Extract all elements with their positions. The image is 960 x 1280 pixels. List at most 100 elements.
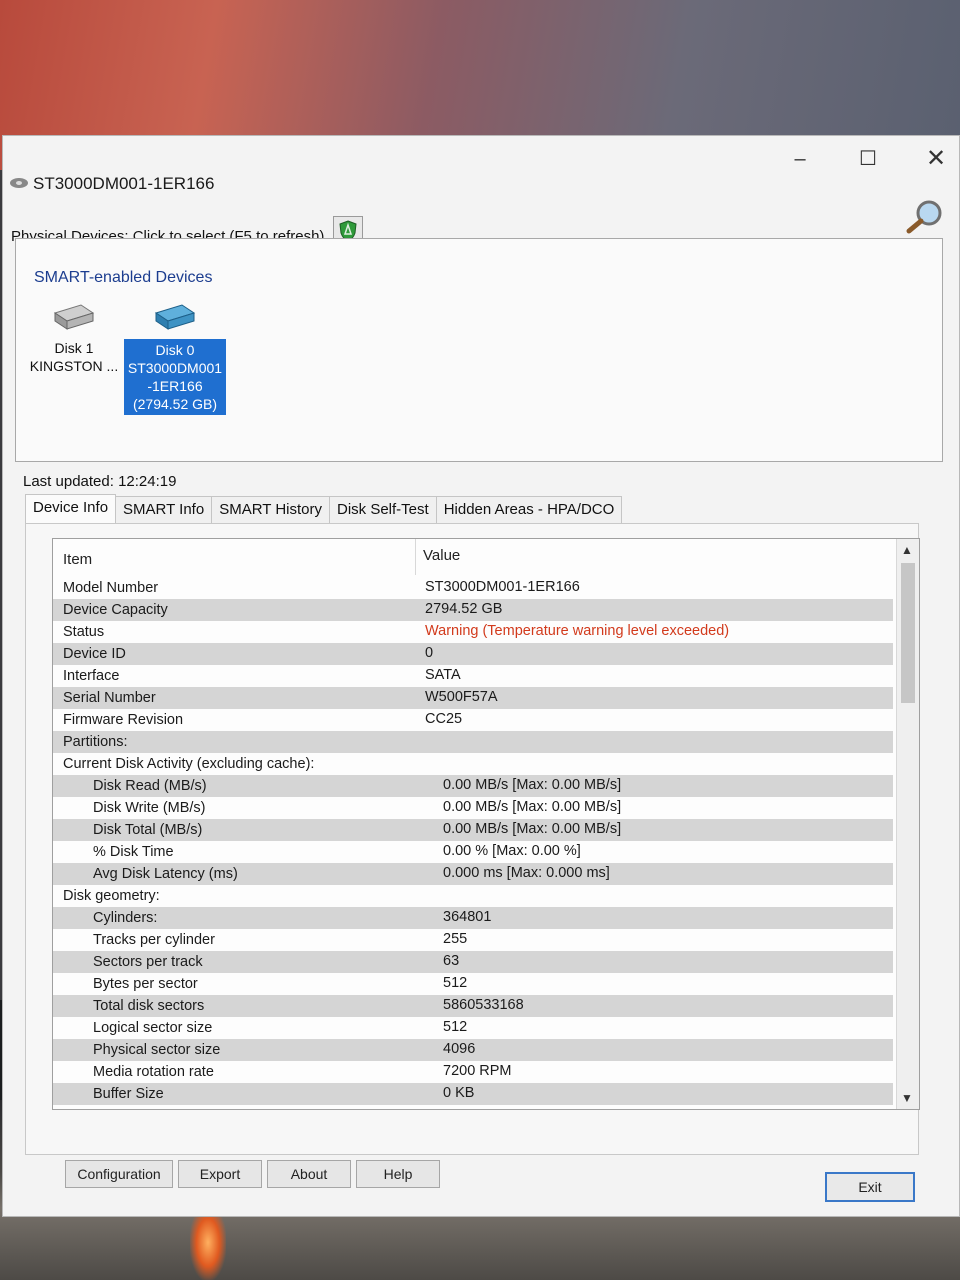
table-row[interactable]: Disk Write (MB/s) 0.00 MB/s [Max: 0.00 MB…	[53, 797, 893, 819]
device-1-model: KINGSTON ...	[29, 358, 119, 374]
maximize-button[interactable]: ☐	[853, 144, 883, 174]
row-item: Physical sector size	[93, 1042, 221, 1058]
magnifier-icon[interactable]	[901, 198, 951, 241]
table-row[interactable]: Firmware Revision CC25	[53, 709, 893, 731]
row-item: Disk Read (MB/s)	[93, 778, 207, 794]
table-row[interactable]: % Disk Time 0.00 % [Max: 0.00 %]	[53, 841, 893, 863]
table-row[interactable]: Avg Disk Latency (ms) 0.000 ms [Max: 0.00…	[53, 863, 893, 885]
disk-info-window: ST3000DM001-1ER166 – ☐ ✕ Physical Device…	[2, 135, 960, 1217]
table-row[interactable]: Disk Read (MB/s) 0.00 MB/s [Max: 0.00 MB/…	[53, 775, 893, 797]
row-value: 0.00 % [Max: 0.00 %]	[443, 843, 581, 859]
table-row[interactable]: Logical sector size 512	[53, 1017, 893, 1039]
row-value: 0.000 ms [Max: 0.000 ms]	[443, 865, 610, 881]
table-row[interactable]: Cylinders: 364801	[53, 907, 893, 929]
table-row[interactable]: Disk geometry:	[53, 885, 893, 907]
header-divider	[415, 539, 416, 575]
device-info-panel: Item Value Model Number ST3000DM001-1ER16…	[25, 523, 920, 1155]
row-item: Total disk sectors	[93, 998, 205, 1014]
table-row[interactable]: Sectors per track 63	[53, 951, 893, 973]
window-title: ST3000DM001-1ER166	[33, 174, 215, 193]
table-row[interactable]: Interface SATA	[53, 665, 893, 687]
row-item: Tracks per cylinder	[93, 932, 215, 948]
row-item: Disk geometry:	[63, 888, 160, 904]
row-value: Warning (Temperature warning level excee…	[425, 623, 730, 639]
table-row[interactable]: Physical sector size 4096	[53, 1039, 893, 1061]
device-1-name: Disk 1	[54, 340, 94, 356]
row-item: Model Number	[63, 580, 159, 596]
row-value: 63	[443, 953, 460, 969]
row-value: 512	[443, 975, 468, 991]
row-item: Media rotation rate	[93, 1064, 214, 1080]
configuration-button[interactable]: Configuration	[65, 1160, 173, 1188]
row-item: Disk Write (MB/s)	[93, 800, 206, 816]
row-value: 364801	[443, 909, 492, 925]
table-row[interactable]: Tracks per cylinder 255	[53, 929, 893, 951]
hard-disk-icon	[53, 304, 95, 330]
row-value: SATA	[425, 667, 461, 683]
tab-disk-self-test[interactable]: Disk Self-Test	[329, 496, 437, 523]
row-item: Device ID	[63, 646, 126, 662]
device-0-capacity: (2794.52 GB)	[132, 396, 218, 412]
header-item[interactable]: Item	[63, 551, 92, 568]
last-updated-label: Last updated: 12:24:19	[23, 473, 177, 490]
tab-device-info[interactable]: Device Info	[25, 494, 117, 523]
table-row[interactable]: Media rotation rate 7200 RPM	[53, 1061, 893, 1083]
tab-strip: Device Info SMART Info SMART History Dis…	[25, 494, 623, 524]
export-button[interactable]: Export	[178, 1160, 262, 1188]
row-item: Bytes per sector	[93, 976, 198, 992]
row-value: 0.00 MB/s [Max: 0.00 MB/s]	[443, 799, 622, 815]
device-disk-1[interactable]: Disk 1 KINGSTON ...	[24, 301, 124, 375]
table-row[interactable]: Status Warning (Temperature warning level…	[53, 621, 893, 643]
table-row[interactable]: Device Capacity 2794.52 GB	[53, 599, 893, 621]
table-row[interactable]: Model Number ST3000DM001-1ER166	[53, 577, 893, 599]
vertical-scrollbar[interactable]: ▲ ▼	[896, 539, 919, 1109]
device-info-grid[interactable]: Item Value Model Number ST3000DM001-1ER16…	[52, 538, 920, 1110]
exit-button[interactable]: Exit	[825, 1172, 915, 1202]
device-0-model: ST3000DM001	[127, 360, 223, 376]
row-value: 0	[425, 645, 434, 661]
row-value: 0 KB	[443, 1085, 475, 1101]
table-row[interactable]: Device ID 0	[53, 643, 893, 665]
devices-panel-title: SMART-enabled Devices	[34, 269, 213, 286]
row-item: Cylinders:	[93, 910, 158, 926]
row-value: 0.00 MB/s [Max: 0.00 MB/s]	[443, 777, 622, 793]
scrollbar-thumb[interactable]	[901, 563, 915, 703]
close-button[interactable]: ✕	[921, 144, 951, 174]
table-row[interactable]: Serial Number W500F57A	[53, 687, 893, 709]
header-value[interactable]: Value	[423, 547, 460, 564]
scroll-up-icon[interactable]: ▲	[901, 543, 913, 557]
app-icon	[9, 176, 29, 194]
tab-smart-info[interactable]: SMART Info	[115, 496, 213, 523]
row-item: Current Disk Activity (excluding cache):	[63, 756, 315, 772]
row-item: Status	[63, 624, 105, 640]
row-item: % Disk Time	[93, 844, 174, 860]
table-row[interactable]: Current Disk Activity (excluding cache):	[53, 753, 893, 775]
scroll-down-icon[interactable]: ▼	[901, 1091, 913, 1105]
row-item: Device Capacity	[63, 602, 168, 618]
row-item: Partitions:	[63, 734, 128, 750]
tab-smart-history[interactable]: SMART History	[211, 496, 330, 523]
device-0-label: Disk 0 ST3000DM001 -1ER166 (2794.52 GB)	[124, 339, 226, 415]
smart-devices-panel: SMART-enabled Devices Disk 1 KINGSTON ..…	[15, 238, 943, 462]
device-disk-0[interactable]: Disk 0 ST3000DM001 -1ER166 (2794.52 GB)	[124, 301, 226, 415]
row-item: Firmware Revision	[63, 712, 184, 728]
table-row[interactable]: Total disk sectors 5860533168	[53, 995, 893, 1017]
about-button[interactable]: About	[267, 1160, 351, 1188]
row-value: 255	[443, 931, 468, 947]
device-0-name: Disk 0	[155, 342, 195, 358]
row-item: Interface	[63, 668, 120, 684]
row-item: Logical sector size	[93, 1020, 213, 1036]
device-0-model-suffix: -1ER166	[147, 378, 203, 394]
table-row[interactable]: Disk Total (MB/s) 0.00 MB/s [Max: 0.00 MB…	[53, 819, 893, 841]
help-button[interactable]: Help	[356, 1160, 440, 1188]
table-row[interactable]: Buffer Size 0 KB	[53, 1083, 893, 1105]
minimize-button[interactable]: –	[785, 144, 815, 174]
title-bar[interactable]: ST3000DM001-1ER166 – ☐ ✕	[3, 136, 959, 196]
table-row[interactable]: Bytes per sector 512	[53, 973, 893, 995]
table-row[interactable]: Partitions:	[53, 731, 893, 753]
row-item: Avg Disk Latency (ms)	[93, 866, 238, 882]
row-value: 5860533168	[443, 997, 524, 1013]
row-item: Sectors per track	[93, 954, 203, 970]
row-value: 0.00 MB/s [Max: 0.00 MB/s]	[443, 821, 622, 837]
tab-hidden-areas[interactable]: Hidden Areas - HPA/DCO	[435, 496, 623, 523]
